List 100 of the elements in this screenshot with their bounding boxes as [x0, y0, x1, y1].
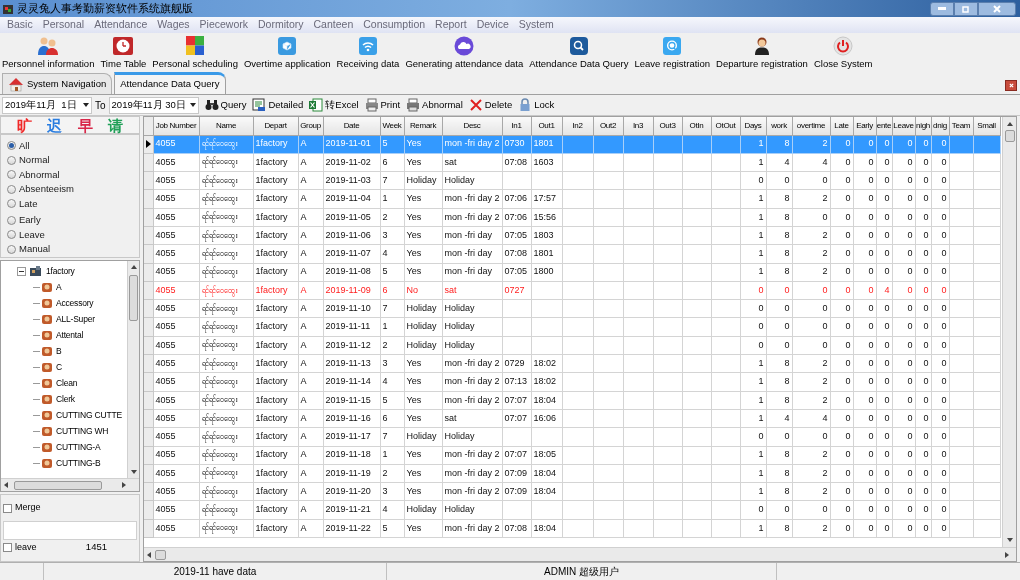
column-header[interactable]: OtOut [711, 117, 740, 135]
table-row[interactable]: 4055 ရင်ရင်ဝေထွေး 1factory A 2019-11-18 1 Yes mon -fri day 2 07:07 18:05 1 8 2 0 0 0 0 0 0 [144, 446, 1000, 465]
radio-button[interactable] [7, 184, 16, 194]
column-header[interactable]: In2 [562, 117, 593, 135]
table-row[interactable]: 4055 ရင်ရင်ဝေထွေး 1factory A 2019-11-02 6 Yes sat 07:08 1603 1 4 4 0 0 0 0 0 0 [144, 153, 1000, 172]
toolbar-button[interactable]: Receiving data [336, 36, 400, 69]
table-row[interactable]: 4055 ရင်ရင်ဝေထွေး 1factory A 2019-11-12 2 Holiday Holiday 0 0 0 0 0 0 0 0 0 [144, 336, 1000, 355]
tree-item[interactable]: CUTTING-B [56, 457, 101, 469]
tab[interactable]: System Navigation [2, 73, 113, 94]
table-row[interactable]: 4055 ရင်ရင်ဝေထွေး 1factory A 2019-11-06 3 Yes mon -fri day 07:05 1803 1 8 2 0 0 0 0 0 0 [144, 226, 1000, 245]
toolbar-button[interactable]: Detailed [252, 97, 304, 113]
table-row[interactable]: 4055 ရင်ရင်ဝေထွေး 1factory A 2019-11-10 7 Holiday Holiday 0 0 0 0 0 0 0 0 0 [144, 299, 1000, 318]
column-header[interactable]: Out3 [653, 117, 682, 135]
column-header[interactable]: Days [740, 117, 766, 135]
tree-item[interactable]: CUTTING-A [56, 441, 101, 453]
menu-item[interactable]: Consumption [358, 17, 431, 33]
radio-button[interactable] [7, 170, 16, 180]
tree-item[interactable]: CUTTING WH [56, 425, 109, 437]
menu-item[interactable]: Report [430, 17, 472, 33]
menu-item[interactable]: Device [471, 17, 514, 33]
table-row[interactable]: 4055 ရင်ရင်ဝေထွေး 1factory A 2019-11-20 3 Yes mon -fri day 2 07:09 18:04 1 8 2 0 0 0 0 0 0 [144, 482, 1000, 501]
column-header[interactable]: Name [199, 117, 253, 135]
checkbox[interactable] [3, 503, 12, 513]
column-header[interactable]: Remark [404, 117, 442, 135]
tree-item[interactable]: Accessory [56, 297, 94, 309]
radio-button[interactable] [7, 141, 16, 151]
close-button[interactable] [978, 1, 1016, 16]
menu-item[interactable]: Wages [152, 17, 195, 33]
table-row[interactable]: 4055 ရင်ရင်ဝေထွေး 1factory A 2019-11-15 5 Yes mon -fri day 2 07:07 18:04 1 8 2 0 0 0 0 0 0 [144, 391, 1000, 410]
toolbar-button[interactable]: Generating attendance data [405, 36, 524, 69]
radio-button[interactable] [7, 230, 16, 240]
checkbox[interactable] [3, 543, 12, 552]
table-row[interactable]: 4055 ရင်ရင်ဝေထွေး 1factory A 2019-11-19 2 Yes mon -fri day 2 07:09 18:04 1 8 2 0 0 0 0 0 0 [144, 464, 1000, 483]
column-header[interactable]: Job Number [153, 117, 199, 135]
toolbar-button[interactable]: Time Table [100, 36, 147, 69]
radio-button[interactable] [7, 199, 16, 209]
date-field[interactable]: 2019年11月 1日 [2, 96, 92, 114]
radio-button[interactable] [7, 155, 16, 165]
tree-item[interactable]: CUTTING CUTTE [56, 409, 122, 421]
horizontal-scrollbar[interactable] [144, 547, 1016, 561]
radio-button[interactable] [7, 215, 16, 225]
toolbar-button[interactable]: Lock [518, 97, 555, 113]
table-row[interactable]: 4055 ရင်ရင်ဝေထွေး 1factory A 2019-11-21 4 Holiday Holiday 0 0 0 0 0 0 0 0 0 [144, 500, 1000, 520]
tree-item[interactable]: ALL-Super [56, 313, 95, 325]
table-row[interactable]: 4055 ရင်ရင်ဝေထွေး 1factory A 2019-11-04 1 Yes mon -fri day 2 07:06 17:57 1 8 2 0 0 0 0 0 0 [144, 189, 1000, 209]
column-header[interactable]: Team [949, 117, 973, 135]
column-header[interactable]: Date [323, 117, 380, 135]
scroll-thumb[interactable] [129, 275, 138, 321]
table-row[interactable]: 4055 ရင်ရင်ဝေထွေး 1factory A 2019-11-03 7 Holiday Holiday 0 0 0 0 0 0 0 0 0 [144, 171, 1000, 190]
menu-item[interactable]: Personal [37, 17, 90, 33]
column-header[interactable]: Depart [253, 117, 298, 135]
column-header[interactable]: In3 [623, 117, 653, 135]
minimize-button[interactable] [930, 1, 954, 16]
scroll-thumb[interactable] [14, 480, 102, 490]
toolbar-button[interactable]: Print [364, 97, 401, 113]
toolbar-button[interactable]: 转Excel [309, 97, 359, 113]
tree-item[interactable]: B [56, 345, 62, 357]
tree-item[interactable]: A [56, 281, 62, 293]
tree-item[interactable]: Attental [56, 329, 84, 341]
menu-item[interactable]: Dormitory [253, 17, 309, 33]
column-header[interactable]: overtime [792, 117, 830, 135]
toolbar-button[interactable]: Query [204, 97, 247, 113]
menu-item[interactable]: Basic [2, 17, 38, 33]
tree-item[interactable]: Clerk [56, 393, 75, 405]
toolbar-button[interactable]: Leave registration [634, 36, 710, 69]
table-row[interactable]: 4055 ရင်ရင်ဝေထွေး 1factory A 2019-11-11 1 Holiday Holiday 0 0 0 0 0 0 0 0 0 [144, 317, 1000, 337]
menu-item[interactable]: Attendance [89, 17, 153, 33]
table-row[interactable]: 4055 ရင်ရင်ဝေထွေး 1factory A 2019-11-17 7 Holiday Holiday 0 0 0 0 0 0 0 0 0 [144, 427, 1000, 447]
table-row[interactable]: 4055 ရင်ရင်ဝေထွေး 1factory A 2019-11-08 5 Yes mon -fri day 07:05 1800 1 8 2 0 0 0 0 0 0 [144, 263, 1000, 282]
date-field[interactable]: 2019年11月 30日 [108, 96, 199, 114]
radio-button[interactable] [7, 244, 16, 254]
toolbar-button[interactable]: Departure registration [716, 36, 808, 69]
menu-item[interactable]: System [513, 17, 559, 33]
table-row[interactable]: 4055 ရင်ရင်ဝေထွေး 1factory A 2019-11-07 4 Yes mon -fri day 07:08 1801 1 8 2 0 0 0 0 0 0 [144, 244, 1000, 264]
menu-item[interactable]: Piecework [194, 17, 253, 33]
column-header[interactable]: Late [830, 117, 853, 135]
close-tab-button[interactable] [1005, 80, 1017, 91]
collapse-toggle[interactable] [17, 266, 26, 276]
vertical-scrollbar[interactable] [1002, 117, 1016, 547]
scroll-thumb[interactable] [155, 549, 166, 560]
toolbar-button[interactable]: Personal scheduling [152, 36, 238, 69]
toolbar-button[interactable]: Personnel information [2, 36, 95, 69]
menu-item[interactable]: Canteen [308, 17, 359, 33]
tree-item[interactable]: Clean [56, 377, 78, 389]
column-header[interactable]: Group [298, 117, 323, 135]
table-row[interactable]: 4055 ရင်ရင်ဝေထွေး 1factory A 2019-11-05 2 Yes mon -fri day 2 07:06 15:56 1 8 0 0 0 0 0 0 0 [144, 208, 1000, 227]
column-header[interactable]: Early [853, 117, 876, 135]
toolbar-button[interactable]: Close System [813, 36, 873, 69]
column-header[interactable]: Leave [892, 117, 915, 135]
column-header[interactable]: Out1 [531, 117, 562, 135]
tree-item[interactable]: 1factory [46, 265, 75, 277]
toolbar-button[interactable]: Abnormal [406, 97, 463, 113]
table-row[interactable]: 4055 ရင်ရင်ဝေထွေး 1factory A 2019-11-22 5 Yes mon -fri day 2 07:08 18:04 1 8 2 0 0 0 0 0 0 [144, 519, 1000, 538]
restore-button[interactable] [954, 1, 978, 16]
vertical-scrollbar[interactable] [127, 261, 139, 478]
table-row[interactable]: 4055 ရင်ရင်ဝေထွေး 1factory A 2019-11-14 4 Yes mon -fri day 2 07:13 18:02 1 8 2 0 0 0 0 0 0 [144, 372, 1000, 392]
table-row[interactable]: 4055 ရင်ရင်ဝေထွေး 1factory A 2019-11-16 6 Yes sat 07:07 16:06 1 4 4 0 0 0 0 0 0 [144, 409, 1000, 428]
toolbar-button[interactable]: Overtime application [243, 36, 331, 69]
scroll-thumb[interactable] [1004, 130, 1015, 142]
column-header[interactable]: OtIn [682, 117, 711, 135]
